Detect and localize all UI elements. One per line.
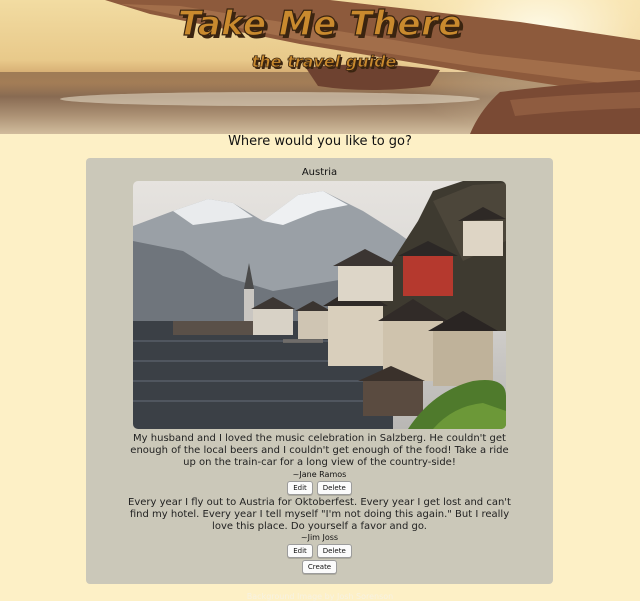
site-title: Take Me There	[177, 3, 462, 44]
create-button[interactable]: Create	[301, 560, 338, 574]
destination-prompt: Where would you like to go?	[228, 134, 412, 149]
edit-button[interactable]: Edit	[287, 544, 313, 558]
hero-banner: Take Me There the travel guide	[0, 0, 640, 134]
background-credit: Background Image by Josh Sorenson	[246, 592, 394, 601]
review-author: ~Jane Ramos	[292, 470, 347, 479]
review-actions: Edit Delete	[86, 481, 553, 495]
site-subtitle: the travel guide	[251, 52, 397, 72]
review-actions: Edit Delete	[86, 544, 553, 558]
delete-button[interactable]: Delete	[316, 481, 352, 495]
review-author: ~Jim Joss	[300, 533, 339, 542]
destination-card: Austria My husband and I loved the music…	[86, 158, 553, 584]
destination-name: Austria	[301, 167, 338, 178]
review-text: My husband and I loved the music celebra…	[130, 433, 509, 468]
destination-photo	[133, 181, 506, 429]
edit-button[interactable]: Edit	[287, 481, 313, 495]
create-row: Create	[86, 560, 553, 574]
delete-button[interactable]: Delete	[316, 544, 352, 558]
review-text: Every year I fly out to Austria for Okto…	[128, 497, 511, 532]
